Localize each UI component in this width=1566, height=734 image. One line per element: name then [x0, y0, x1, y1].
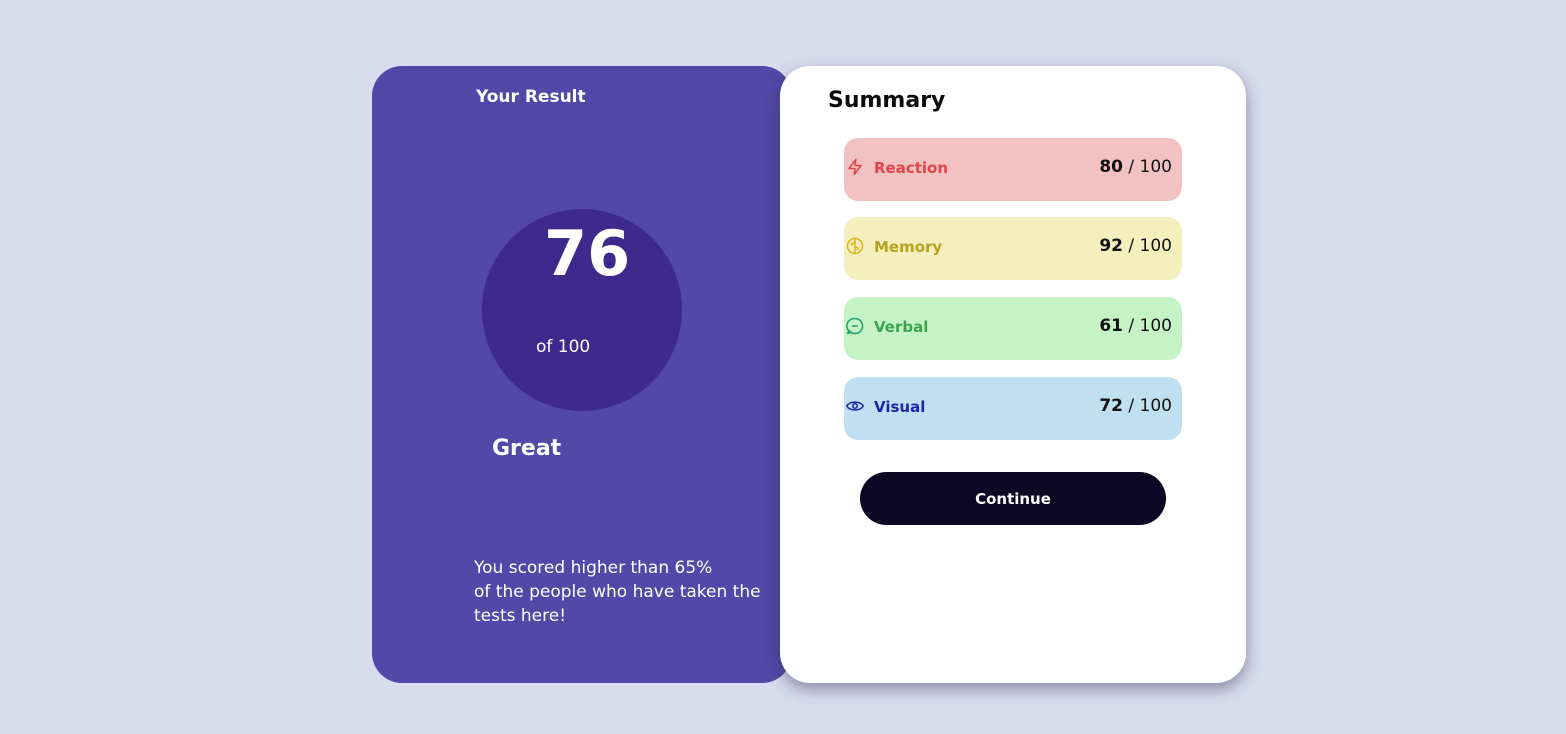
score-out-of: of 100 [536, 337, 591, 357]
summary-row-reaction: Reaction 80 / 100 [844, 138, 1182, 201]
result-panel: Your Result 76 of 100 Great You scored h… [372, 66, 792, 683]
description-line: You scored higher than 65% [474, 558, 713, 578]
eye-icon [845, 397, 865, 415]
lightning-icon [846, 158, 864, 176]
summary-row-verbal: Verbal 61 / 100 [844, 297, 1182, 360]
summary-row-memory: Memory 92 / 100 [844, 217, 1182, 280]
rating-label: Great [492, 436, 562, 461]
result-description: You scored higher than 65% of the people… [474, 556, 764, 628]
summary-row-score: 92 / 100 [1099, 236, 1172, 256]
description-line: tests here! [474, 606, 567, 626]
summary-row-label: Visual [874, 398, 926, 416]
summary-row-score: 61 / 100 [1099, 316, 1172, 336]
continue-button[interactable]: Continue [860, 472, 1166, 525]
summary-row-score: 72 / 100 [1099, 396, 1172, 416]
summary-row-label: Memory [874, 238, 943, 256]
result-title: Your Result [476, 87, 586, 107]
summary-row-visual: Visual 72 / 100 [844, 377, 1182, 440]
brain-icon [846, 237, 864, 255]
chat-bubble-icon [846, 317, 864, 335]
summary-row-label: Verbal [874, 318, 929, 336]
score-value: 76 [544, 217, 631, 290]
summary-panel: Summary Reaction 80 / 100 Memory 92 / 10… [780, 66, 1246, 683]
score-circle: 76 of 100 [482, 209, 682, 411]
summary-title: Summary [828, 88, 946, 113]
summary-row-score: 80 / 100 [1099, 157, 1172, 177]
summary-row-label: Reaction [874, 159, 949, 177]
description-line: of the people who have taken the [474, 582, 761, 602]
